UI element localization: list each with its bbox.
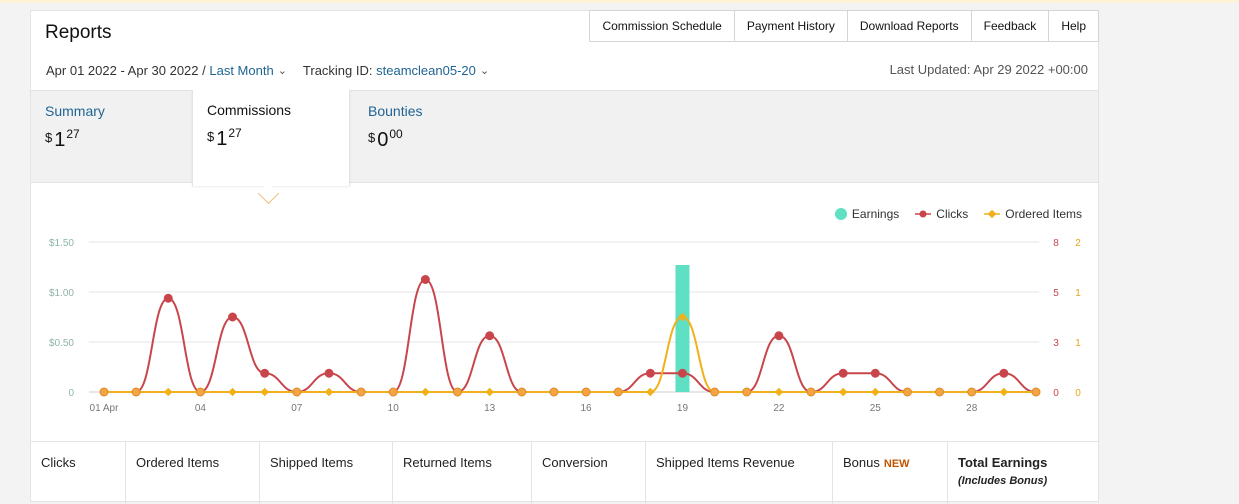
clicks-point xyxy=(806,387,816,397)
x-tick-label: 10 xyxy=(388,403,400,414)
y-right-ordered-tick: 1 xyxy=(1075,288,1081,299)
ordered-items-point xyxy=(228,387,237,397)
clicks-point xyxy=(1031,387,1041,397)
ordered-items-point xyxy=(421,387,430,397)
clicks-point xyxy=(581,387,591,397)
clicks-point xyxy=(195,387,205,397)
y-right-ordered-tick: 0 xyxy=(1075,388,1081,399)
total-earnings-sub: (Includes Bonus) xyxy=(958,475,1048,487)
x-tick-label: 22 xyxy=(773,403,785,414)
clicks-point xyxy=(742,387,752,397)
clicks-point xyxy=(902,387,912,397)
stat-total-earnings: Total Earnings (Includes Bonus) xyxy=(948,442,1098,504)
clicks-point xyxy=(356,387,366,397)
clicks-point xyxy=(260,368,270,378)
y-right-clicks-tick: 0 xyxy=(1053,388,1059,399)
x-tick-label: 16 xyxy=(581,403,593,414)
clicks-point xyxy=(967,387,977,397)
y-right-clicks-tick: 5 xyxy=(1053,288,1059,299)
clicks-point xyxy=(163,293,173,303)
stat-clicks: Clicks xyxy=(31,442,126,504)
y-right-clicks-tick: 3 xyxy=(1053,338,1059,349)
ordered-items-point xyxy=(999,387,1009,397)
stat-conversion: Conversion xyxy=(532,442,646,504)
clicks-point xyxy=(870,368,880,378)
ordered-items-point xyxy=(774,387,784,397)
clicks-point xyxy=(549,387,559,397)
clicks-point xyxy=(710,387,720,397)
notification-strip xyxy=(0,0,1239,3)
clicks-point xyxy=(131,387,141,397)
clicks-point xyxy=(517,387,527,397)
clicks-point xyxy=(838,368,848,378)
ordered-items-point xyxy=(646,387,655,397)
stat-ordered-items: Ordered Items xyxy=(126,442,260,504)
reports-card: Reports Commission Schedule Payment Hist… xyxy=(30,10,1099,504)
clicks-point xyxy=(999,368,1009,378)
ordered-items-point xyxy=(871,387,880,397)
clicks-point xyxy=(453,387,463,397)
stat-shipped-items: Shipped Items xyxy=(260,442,393,504)
y-right-clicks-tick: 8 xyxy=(1053,238,1059,249)
clicks-point xyxy=(324,368,334,378)
clicks-point xyxy=(935,387,945,397)
clicks-point xyxy=(292,387,302,397)
x-tick-label: 01 Apr xyxy=(90,403,120,414)
clicks-point xyxy=(228,312,238,322)
stat-shipped-revenue: Shipped Items Revenue xyxy=(646,442,833,504)
x-tick-label: 04 xyxy=(195,403,207,414)
x-tick-label: 25 xyxy=(870,403,882,414)
x-tick-label: 07 xyxy=(291,403,303,414)
earnings-chart: $1.50 8 2$1.00 5 1$0.50 3 10 0 001 Apr 04 07 10 13 16… xyxy=(49,238,1081,414)
ordered-items-point xyxy=(260,387,269,397)
new-badge: NEW xyxy=(883,458,910,470)
clicks-point xyxy=(99,387,109,397)
ordered-items-point xyxy=(324,387,334,397)
ordered-items-point xyxy=(164,387,173,397)
bonus-label: Bonus xyxy=(843,455,880,470)
clicks-point xyxy=(420,275,430,284)
y-left-tick: $1.50 xyxy=(49,238,74,249)
y-right-ordered-tick: 1 xyxy=(1075,338,1081,349)
y-left-tick: $0.50 xyxy=(49,338,74,349)
clicks-point xyxy=(485,331,495,341)
stat-bonus: Bonus NEW xyxy=(833,442,948,504)
y-right-ordered-tick: 2 xyxy=(1075,238,1081,249)
x-tick-label: 19 xyxy=(677,403,689,414)
clicks-line xyxy=(104,278,1037,394)
x-tick-label: 28 xyxy=(966,403,978,414)
y-left-tick: $1.00 xyxy=(49,288,74,299)
ordered-items-point xyxy=(838,387,848,397)
total-earnings-label: Total Earnings xyxy=(958,455,1048,470)
y-left-tick: 0 xyxy=(68,388,74,399)
stat-returned-items: Returned Items xyxy=(393,442,532,504)
clicks-point xyxy=(645,368,655,378)
clicks-point xyxy=(613,387,623,397)
clicks-point xyxy=(774,331,784,341)
stats-row: Clicks Ordered Items Shipped Items Retur… xyxy=(31,441,1098,504)
clicks-point xyxy=(677,368,687,378)
x-tick-label: 13 xyxy=(484,403,496,414)
clicks-point xyxy=(388,387,398,397)
ordered-items-point xyxy=(485,387,494,397)
